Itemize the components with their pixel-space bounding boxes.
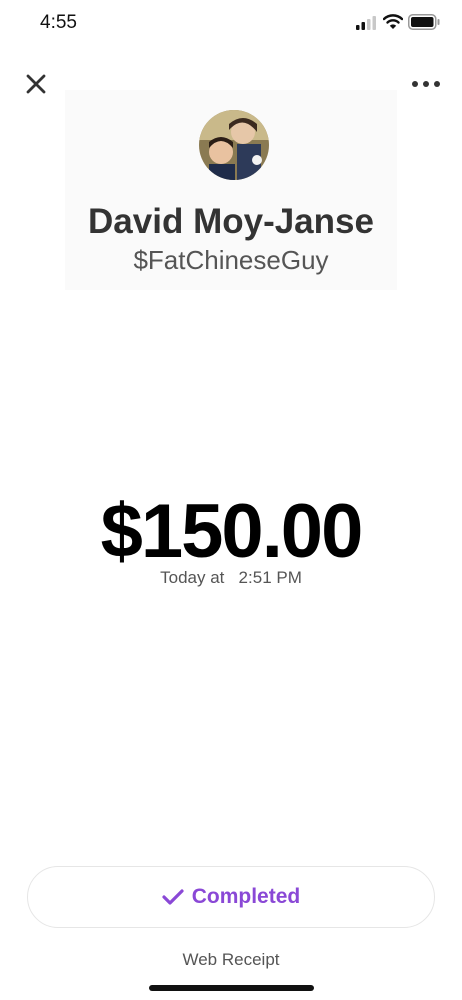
- signal-icon: [356, 16, 376, 30]
- status-label: Completed: [191, 885, 301, 908]
- wifi-icon: [383, 14, 403, 29]
- avatar: [199, 110, 269, 180]
- check-icon: [162, 889, 184, 905]
- web-receipt-link[interactable]: Web Receipt: [0, 950, 462, 970]
- more-horizontal-icon[interactable]: [408, 74, 444, 94]
- battery-icon: [408, 14, 440, 30]
- home-indicator[interactable]: [149, 985, 314, 991]
- completed-status-button[interactable]: Completed: [27, 866, 435, 928]
- payment-amount: $150.00: [100, 489, 364, 574]
- payment-timestamp: Today at 2:51 PM: [160, 568, 302, 587]
- status-time: 4:55: [40, 12, 77, 33]
- status-bar: 4:55: [0, 0, 462, 48]
- cashtag: $FatChineseGuy: [133, 245, 329, 275]
- contact-name: David Moy-Janse: [88, 202, 374, 241]
- profile-card[interactable]: David Moy-Janse $FatChineseGuy: [65, 90, 397, 290]
- close-icon[interactable]: [22, 70, 50, 98]
